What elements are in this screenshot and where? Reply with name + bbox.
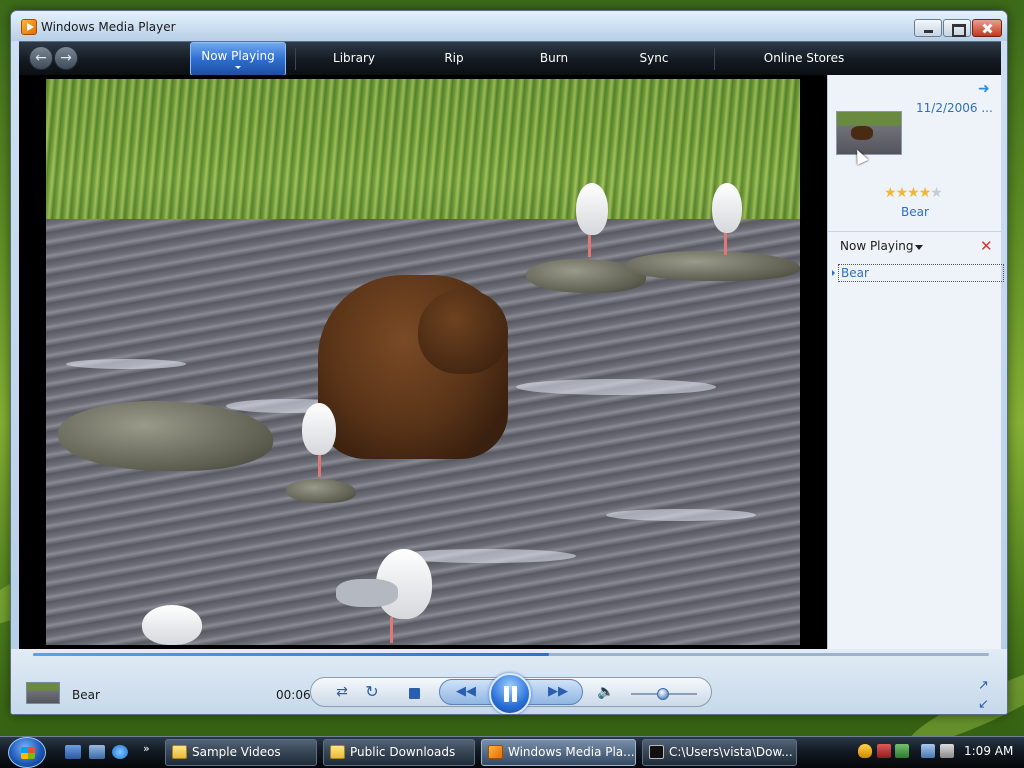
list-pane: ➜ 11/2/2006 ... ★★★★★ Bear Now Playing ✕…	[827, 75, 1004, 649]
taskbar-item-label: Windows Media Pla...	[508, 745, 635, 759]
tab-label: Rip	[444, 51, 464, 65]
video-area[interactable]	[19, 75, 827, 649]
video-gull	[142, 605, 202, 645]
close-button[interactable]	[972, 19, 1002, 37]
media-player-window: Windows Media Player ← → Now Playing Lib…	[10, 10, 1008, 715]
chevron-down-icon[interactable]	[915, 245, 923, 250]
star-filled-icon[interactable]: ★	[919, 185, 932, 201]
title-bar[interactable]: Windows Media Player	[11, 11, 1007, 41]
star-empty-icon[interactable]: ★	[930, 185, 943, 201]
command-prompt-icon	[649, 745, 664, 759]
seek-bar[interactable]	[33, 653, 989, 656]
taskbar-item-media-player[interactable]: Windows Media Pla...	[481, 739, 636, 766]
seek-progress	[33, 653, 550, 656]
star-filled-icon[interactable]: ★	[907, 185, 920, 201]
tab-separator	[295, 48, 296, 70]
windows-update-icon[interactable]	[877, 744, 891, 758]
compact-mode-icon[interactable]: ↙	[978, 697, 989, 712]
navigation-bar: ← → Now Playing Library Rip Burn Sync On…	[19, 41, 1001, 76]
repeat-icon[interactable]: ↻	[361, 682, 383, 702]
chevron-right-icon[interactable]: »	[143, 742, 150, 755]
pause-button[interactable]	[489, 673, 531, 714]
switch-windows-icon[interactable]	[89, 745, 105, 759]
video-gull	[302, 403, 336, 455]
star-filled-icon[interactable]: ★	[896, 185, 909, 201]
tab-burn[interactable]: Burn	[514, 42, 594, 76]
show-desktop-icon[interactable]	[65, 745, 81, 759]
fullscreen-icon[interactable]: ↗	[978, 678, 989, 693]
rating-stars[interactable]: ★★★★★	[884, 185, 943, 201]
shuffle-icon[interactable]: ⇄	[331, 682, 353, 702]
list-header-label[interactable]: Now Playing	[840, 239, 914, 253]
video-gull	[576, 183, 608, 235]
video-gull-leg	[724, 233, 727, 255]
tab-label: Sync	[639, 51, 669, 65]
volume-muted-icon[interactable]	[940, 744, 954, 758]
water-foam	[606, 509, 756, 521]
media-player-icon	[488, 745, 503, 759]
media-title[interactable]: Bear	[828, 205, 1002, 219]
folder-icon	[172, 745, 187, 759]
maximize-button[interactable]	[943, 19, 971, 37]
tab-rip[interactable]: Rip	[414, 42, 494, 76]
video-gull-leg	[588, 235, 591, 257]
tab-label: Library	[333, 51, 375, 65]
tab-online-stores[interactable]: Online Stores	[739, 42, 869, 76]
video-gull-leg	[318, 455, 321, 477]
window-title: Windows Media Player	[41, 20, 176, 34]
next-button[interactable]: ▶▶	[545, 682, 571, 702]
taskbar-item-label: Public Downloads	[350, 745, 456, 759]
video-rock	[286, 479, 356, 503]
security-shield-icon[interactable]	[858, 744, 872, 758]
tab-separator	[714, 48, 715, 70]
media-player-icon	[21, 19, 37, 35]
now-playing-title: Bear	[72, 688, 100, 702]
previous-button[interactable]: ◀◀	[453, 682, 479, 702]
video-frame[interactable]	[46, 79, 800, 645]
volume-knob[interactable]	[656, 688, 669, 700]
chevron-down-icon[interactable]	[235, 66, 241, 69]
folder-icon	[330, 745, 345, 759]
volume-icon[interactable]: 🔈	[595, 682, 617, 702]
elapsed-time: 00:06	[276, 688, 311, 702]
list-header: Now Playing ✕	[828, 231, 1002, 257]
tab-now-playing[interactable]: Now Playing	[190, 42, 286, 76]
playback-controls: Bear 00:06 ⇄ ↻ ◀◀ ▶▶ 🔈 ↗ ↙	[11, 649, 1007, 714]
water-foam	[516, 379, 716, 395]
clear-list-icon[interactable]: ✕	[980, 237, 993, 255]
current-item-marker-icon	[832, 270, 835, 276]
media-date: 11/2/2006 ...	[916, 101, 993, 115]
taskbar-clock[interactable]: 1:09 AM	[964, 744, 1013, 758]
video-gull-leg	[390, 617, 393, 643]
video-gull	[712, 183, 742, 233]
tab-label: Burn	[539, 51, 569, 65]
album-art-thumbnail[interactable]	[836, 111, 902, 155]
star-filled-icon[interactable]: ★	[884, 185, 897, 201]
security-center-icon[interactable]	[895, 744, 909, 758]
video-grass	[46, 79, 800, 219]
taskbar-item-label: Sample Videos	[192, 745, 281, 759]
video-rock	[626, 251, 800, 281]
stop-button[interactable]	[409, 688, 420, 699]
network-icon[interactable]	[921, 744, 935, 758]
taskbar-item-public-downloads[interactable]: Public Downloads	[323, 739, 475, 766]
arrow-right-icon[interactable]: ➜	[978, 81, 990, 97]
minimize-button[interactable]	[914, 19, 942, 37]
playlist-item[interactable]: Bear	[838, 264, 1004, 282]
video-bear-head	[418, 289, 508, 374]
taskbar-item-command-prompt[interactable]: C:\Users\vista\Dow...	[642, 739, 797, 766]
taskbar-item-sample-videos[interactable]: Sample Videos	[165, 739, 317, 766]
water-foam	[66, 359, 186, 369]
tab-label: Now Playing	[201, 49, 275, 63]
internet-explorer-icon[interactable]	[112, 745, 128, 759]
video-gull-wing	[336, 579, 398, 607]
taskbar-item-label: C:\Users\vista\Dow...	[669, 745, 793, 759]
back-arrow-icon[interactable]: ←	[29, 46, 53, 70]
tab-library[interactable]: Library	[309, 42, 399, 76]
tab-sync[interactable]: Sync	[614, 42, 694, 76]
forward-arrow-icon[interactable]: →	[54, 46, 78, 70]
now-playing-thumbnail	[26, 682, 60, 704]
tab-label: Online Stores	[763, 51, 845, 65]
start-button[interactable]	[8, 737, 46, 768]
